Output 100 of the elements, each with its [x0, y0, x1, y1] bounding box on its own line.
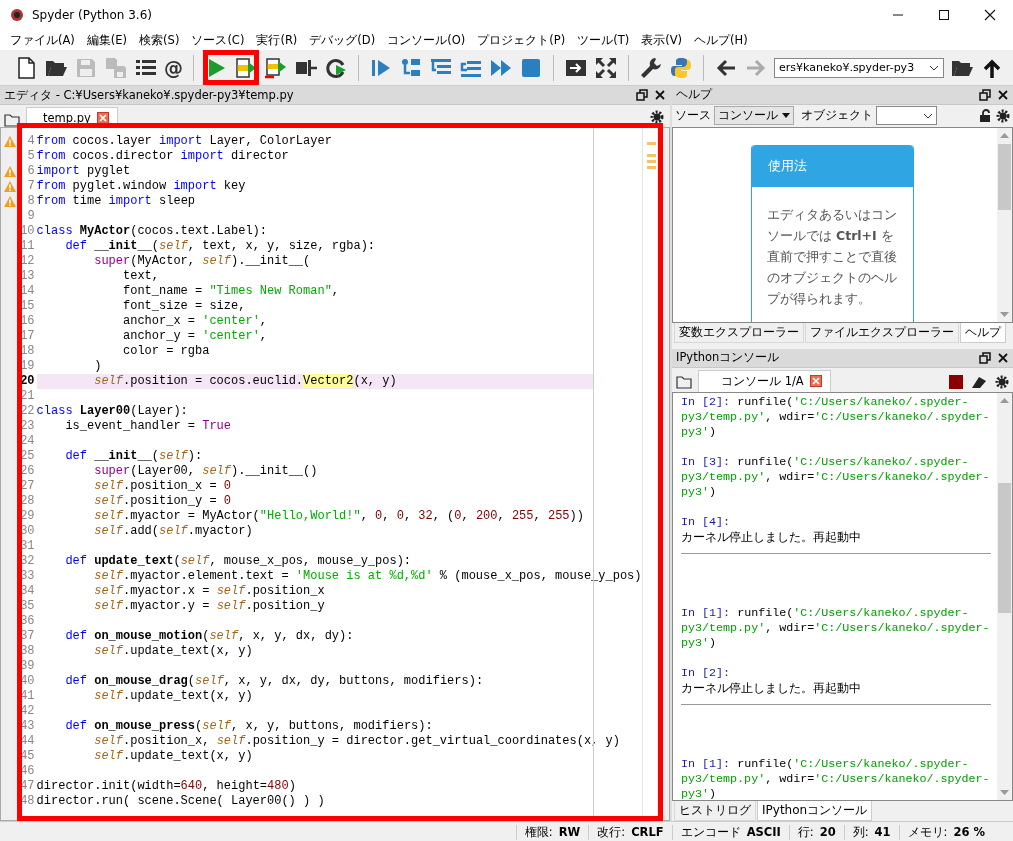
menu-item[interactable]: プロジェクト(P)	[471, 32, 572, 48]
console-line: In [2]:	[681, 665, 732, 681]
window-title: Spyder (Python 3.6)	[32, 8, 153, 22]
object-combobox[interactable]	[876, 106, 937, 126]
line-number: 45	[19, 749, 35, 764]
code-line: font_name = "Times New Roman",	[122, 284, 341, 299]
menu-item[interactable]: ソース(C)	[185, 32, 251, 48]
undock-icon[interactable]	[979, 351, 991, 364]
menu-item[interactable]: 表示(V)	[635, 32, 688, 48]
python-logo-icon[interactable]	[669, 55, 693, 80]
fullscreen-icon[interactable]	[594, 55, 618, 80]
menu-item[interactable]: 実行(R)	[250, 32, 304, 48]
code-line: self.myactor.x = self.position_x	[93, 584, 326, 599]
highlight-frame	[203, 50, 259, 85]
settings-icon[interactable]	[650, 110, 664, 124]
close-icon[interactable]	[997, 351, 1009, 364]
code-line: text,	[122, 269, 160, 284]
code-line: font_size = size,	[122, 299, 247, 314]
dropdown-arrow-icon	[782, 113, 790, 119]
code-line: self.myactor.element.text = 'Mouse is at %d,%d' % (mouse_x_pos, mouse_y_pos)	[93, 569, 642, 584]
menu-item[interactable]: コンソール(O)	[381, 32, 472, 48]
run-cell-advance-icon[interactable]	[264, 55, 288, 80]
code-line: )	[93, 359, 103, 374]
warning-marker	[646, 154, 656, 157]
line-number: 7	[26, 179, 35, 194]
path-combobox[interactable]: ers¥kaneko¥.spyder-py3	[774, 57, 944, 78]
warning-marker	[646, 160, 656, 163]
code-line: def __init__(self):	[64, 449, 204, 464]
menu-item[interactable]: 編集(E)	[80, 32, 134, 48]
code-line: self.update_text(x, y)	[93, 749, 254, 764]
code-line: from cocos.director import director	[36, 149, 290, 164]
code-line: color = rgba	[122, 344, 211, 359]
settings-icon[interactable]	[995, 374, 1009, 389]
menu-item[interactable]: 検索(S)	[133, 32, 186, 48]
tab[interactable]: ヒストリログ	[674, 801, 756, 821]
undock-icon[interactable]	[979, 89, 991, 101]
status-value: RW	[558, 825, 581, 840]
line-number: 28	[19, 494, 35, 509]
line-number: 42	[19, 704, 35, 719]
console-line: In [2]: runfile('C:/Users/kaneko/.spyder-py3/temp.py', wdir='C:/Users/kaneko/.spyder-py3')	[681, 394, 991, 440]
status-label: 列:	[852, 825, 869, 840]
code-line: self.update_text(x, y)	[93, 644, 254, 659]
help-text: エディタあるいはコンソールでは Ctrl+I を直前で押すことで直後のオブジェクトのヘルプが得られます。	[766, 205, 898, 308]
at-sign-icon[interactable]: @	[164, 55, 183, 80]
console-line: In [1]: runfile('C:/Users/kaneko/.spyder-py3/temp.py', wdir='C:/Users/kaneko/.spyder-py3')	[681, 756, 991, 800]
code-line: def update_text(self, mouse_x_pos, mouse_y_pos):	[64, 554, 413, 569]
source-label: ソース	[675, 107, 711, 125]
line-number: 44	[19, 734, 35, 749]
eraser-icon[interactable]	[971, 374, 987, 389]
code-line: import pyglet	[36, 164, 132, 179]
pane-title: ヘルプ	[676, 87, 714, 103]
lock-icon[interactable]	[979, 108, 993, 123]
tab[interactable]: 変数エクスプローラー	[674, 322, 804, 343]
close-icon[interactable]	[984, 9, 996, 21]
code-line: self.position_y = 0	[93, 494, 233, 509]
code-line: anchor_x = 'center',	[122, 314, 269, 329]
code-line: self.myactor.y = self.position_y	[93, 599, 326, 614]
menu-item[interactable]: デバッグ(D)	[303, 32, 382, 48]
code-line: anchor_y = 'center',	[122, 329, 269, 344]
code-line: class MyActor(cocos.text.Label):	[36, 224, 269, 239]
line-number: 20	[19, 374, 35, 389]
console-tab[interactable]: コンソール 1/A	[698, 369, 831, 392]
wrench-icon[interactable]	[639, 55, 663, 80]
line-number: 39	[19, 659, 35, 674]
close-icon[interactable]	[654, 89, 666, 101]
menu-item[interactable]: ファイル(A)	[4, 32, 81, 48]
tab[interactable]: ファイルエクスプローラー	[805, 322, 959, 343]
close-icon[interactable]	[997, 89, 1009, 101]
code-line: def on_mouse_press(self, x, y, buttons, modifiers):	[64, 719, 434, 734]
menu-item[interactable]: ツール(T)	[571, 32, 636, 48]
status-label: 権限:	[524, 825, 553, 840]
source-dropdown[interactable]: コンソール	[714, 106, 794, 126]
code-line: def __init__(self, text, x, y, size, rgba):	[64, 239, 377, 254]
chevron-down-icon	[929, 63, 939, 72]
line-number: 29	[19, 509, 35, 524]
chevron-down-icon	[923, 111, 933, 120]
line-number: 5	[26, 149, 35, 164]
console-line: In [4]:	[681, 514, 732, 530]
maximize-icon[interactable]	[938, 9, 950, 21]
code-line: class Layer00(Layer):	[36, 404, 189, 419]
code-line: self.myactor = MyActor("Hello,World!", 0, 0, 32, (0, 200, 255, 255))	[93, 509, 585, 524]
stop-icon[interactable]	[949, 374, 963, 389]
code-line: from time import sleep	[36, 194, 197, 209]
line-number: 38	[19, 644, 35, 659]
console-message: カーネル停止しました。再起動中	[681, 680, 862, 696]
tab[interactable]: IPythonコンソール	[757, 801, 873, 821]
folder-icon[interactable]	[676, 374, 692, 389]
tab[interactable]: ヘルプ	[960, 322, 1006, 343]
code-line: def on_mouse_motion(self, x, y, dx, dy):	[64, 629, 355, 644]
code-line: director.run( scene.Scene( Layer00() ) )	[36, 794, 326, 809]
line-number: 26	[19, 464, 35, 479]
line-number: 35	[19, 599, 35, 614]
pane-title: IPythonコンソール	[676, 350, 781, 366]
menu-item[interactable]: ヘルプ(H)	[688, 32, 754, 48]
app-logo-icon	[10, 8, 24, 22]
warning-marker	[646, 142, 656, 145]
undock-icon[interactable]	[636, 89, 648, 101]
line-number: 8	[26, 194, 35, 209]
settings-icon[interactable]	[996, 108, 1010, 123]
folder-icon[interactable]	[4, 113, 20, 127]
